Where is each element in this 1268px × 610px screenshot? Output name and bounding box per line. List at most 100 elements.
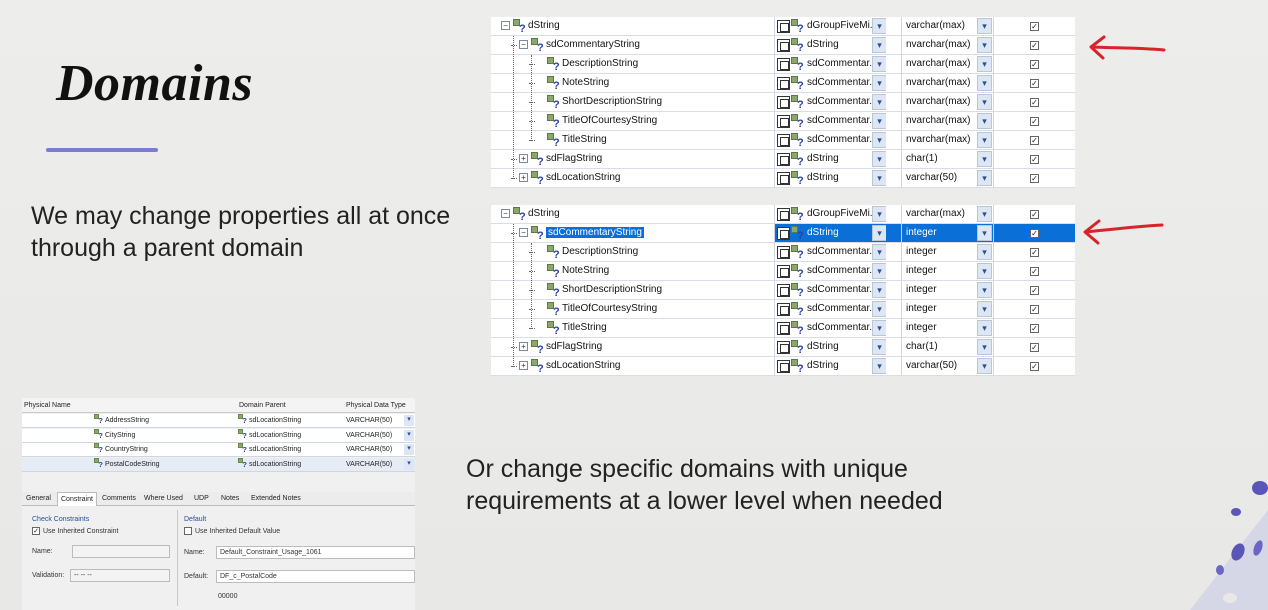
chevron-down-icon[interactable]: ▾	[872, 225, 886, 241]
data-type-cell[interactable]: char(1) ▾	[901, 338, 993, 357]
chevron-down-icon[interactable]: ▾	[872, 113, 886, 129]
chevron-down-icon[interactable]: ▾	[977, 132, 992, 148]
chevron-down-icon[interactable]: ▾	[872, 18, 886, 34]
chevron-down-icon[interactable]: ▾	[872, 94, 886, 110]
edit-box-icon[interactable]	[777, 77, 790, 90]
domain-parent-cell[interactable]: ? sdCommentar... ▾	[774, 131, 886, 150]
domain-name[interactable]: sdFlagString	[546, 153, 602, 164]
row-checkbox[interactable]: ✓	[1030, 286, 1039, 295]
data-type-cell[interactable]: nvarchar(max) ▾	[901, 112, 993, 131]
grid-row[interactable]: ? DescriptionString? sdCommentar... ▾ nvarch…	[491, 55, 1075, 74]
domain-name[interactable]: ShortDescriptionString	[562, 96, 662, 107]
chevron-down-icon[interactable]: ▾	[977, 151, 992, 167]
row-checkbox[interactable]: ✓	[1030, 362, 1039, 371]
props-row[interactable]: ?? CityString sdLocationString VARCHAR(50) ▾	[22, 428, 415, 443]
data-type-cell[interactable]: varchar(50) ▾	[901, 357, 993, 376]
row-checkbox[interactable]: ✓	[1030, 79, 1039, 88]
default-name-field[interactable]: Default_Constraint_Usage_1061	[216, 546, 415, 559]
col-physical-name[interactable]: Physical Name	[24, 402, 71, 409]
chevron-down-icon[interactable]: ▾	[872, 37, 886, 53]
grid-row[interactable]: ? TitleString? sdCommentar... ▾ nvarchar(max…	[491, 131, 1075, 150]
row-checkbox[interactable]: ✓	[1030, 155, 1039, 164]
expand-icon[interactable]: +	[519, 154, 528, 163]
grid-row[interactable]: ? NoteString? sdCommentar... ▾ nvarchar(max)…	[491, 74, 1075, 93]
row-checkbox[interactable]: ✓	[1030, 248, 1039, 257]
chevron-down-icon[interactable]: ▾	[977, 56, 992, 72]
chevron-down-icon[interactable]: ▾	[404, 415, 414, 426]
chevron-down-icon[interactable]: ▾	[977, 339, 992, 355]
chevron-down-icon[interactable]: ▾	[404, 429, 414, 441]
data-type-cell[interactable]: integer ▾	[901, 281, 993, 300]
edit-box-icon[interactable]	[777, 115, 790, 128]
domain-parent-cell[interactable]: ? dString ▾	[774, 357, 886, 376]
domain-parent-cell[interactable]: ? dString ▾	[774, 36, 886, 55]
grid-row[interactable]: −? dString? dGroupFiveMi... ▾ varchar(max) ▾ ✓	[491, 205, 1075, 224]
domain-name[interactable]: sdFlagString	[546, 341, 602, 352]
edit-box-icon[interactable]	[777, 341, 790, 354]
row-checkbox[interactable]: ✓	[1030, 174, 1039, 183]
chevron-down-icon[interactable]: ▾	[872, 358, 886, 374]
edit-box-icon[interactable]	[777, 227, 790, 240]
use-inherited-default-checkbox[interactable]	[184, 527, 192, 535]
col-physical-type[interactable]: Physical Data Type	[346, 402, 406, 409]
tab-comments[interactable]: Comments	[102, 495, 136, 502]
row-checkbox[interactable]: ✓	[1030, 98, 1039, 107]
grid-row[interactable]: ? TitleString? sdCommentar... ▾ integer ▾ ✓	[491, 319, 1075, 338]
domain-name[interactable]: sdCommentaryString	[545, 226, 645, 239]
edit-box-icon[interactable]	[777, 284, 790, 297]
chevron-down-icon[interactable]: ▾	[872, 320, 886, 336]
row-checkbox[interactable]: ✓	[1030, 117, 1039, 126]
chevron-down-icon[interactable]: ▾	[977, 94, 992, 110]
domain-parent-cell[interactable]: ? sdCommentar... ▾	[774, 319, 886, 338]
grid-row[interactable]: +? sdLocationString? dString ▾ varchar(50) ▾ ✓	[491, 357, 1075, 376]
data-type-cell[interactable]: integer ▾	[901, 243, 993, 262]
chevron-down-icon[interactable]: ▾	[404, 444, 414, 455]
edit-box-icon[interactable]	[777, 134, 790, 147]
row-checkbox[interactable]: ✓	[1030, 305, 1039, 314]
domain-parent-cell[interactable]: ? dString ▾	[774, 150, 886, 169]
tab-general[interactable]: General	[26, 495, 51, 502]
validation-select[interactable]: -- -- --	[70, 569, 170, 582]
edit-box-icon[interactable]	[777, 265, 790, 278]
data-type-cell[interactable]: char(1) ▾	[901, 150, 993, 169]
chevron-down-icon[interactable]: ▾	[977, 301, 992, 317]
constraint-name-field[interactable]	[72, 545, 170, 558]
chevron-down-icon[interactable]: ▾	[872, 170, 886, 186]
collapse-icon[interactable]: −	[519, 228, 528, 237]
grid-row[interactable]: ? DescriptionString? sdCommentar... ▾ intege…	[491, 243, 1075, 262]
chevron-down-icon[interactable]: ▾	[404, 458, 414, 470]
chevron-down-icon[interactable]: ▾	[977, 263, 992, 279]
grid-row[interactable]: ? TitleOfCourtesyString? sdCommentar... ▾ in…	[491, 300, 1075, 319]
domain-parent-cell[interactable]: ? sdCommentar... ▾	[774, 93, 886, 112]
edit-box-icon[interactable]	[777, 303, 790, 316]
grid-row[interactable]: +? sdFlagString? dString ▾ char(1) ▾ ✓	[491, 338, 1075, 357]
chevron-down-icon[interactable]: ▾	[977, 18, 992, 34]
grid-row[interactable]: ? ShortDescriptionString? sdCommentar... ▾ n…	[491, 93, 1075, 112]
row-checkbox[interactable]: ✓	[1030, 267, 1039, 276]
data-type-cell[interactable]: integer ▾	[901, 319, 993, 338]
domain-name[interactable]: dString	[528, 20, 560, 31]
edit-box-icon[interactable]	[777, 322, 790, 335]
domain-name[interactable]: DescriptionString	[562, 246, 638, 257]
domain-name[interactable]: TitleString	[562, 134, 607, 145]
row-checkbox[interactable]: ✓	[1030, 60, 1039, 69]
props-row[interactable]: ?? CountryString sdLocationString VARCHAR(5…	[22, 443, 415, 457]
data-type-cell[interactable]: varchar(max) ▾	[901, 17, 993, 36]
domain-name[interactable]: TitleString	[562, 322, 607, 333]
edit-box-icon[interactable]	[777, 39, 790, 52]
data-type-cell[interactable]: integer ▾	[901, 262, 993, 281]
domain-name[interactable]: dString	[528, 208, 560, 219]
row-checkbox[interactable]: ✓	[1030, 41, 1039, 50]
chevron-down-icon[interactable]: ▾	[977, 282, 992, 298]
domain-parent-cell[interactable]: ? dGroupFiveMi... ▾	[774, 17, 886, 36]
collapse-icon[interactable]: −	[519, 40, 528, 49]
domain-parent-cell[interactable]: ? sdCommentar... ▾	[774, 262, 886, 281]
chevron-down-icon[interactable]: ▾	[872, 151, 886, 167]
row-checkbox[interactable]: ✓	[1030, 343, 1039, 352]
domain-parent-cell[interactable]: ? sdCommentar... ▾	[774, 300, 886, 319]
chevron-down-icon[interactable]: ▾	[872, 339, 886, 355]
chevron-down-icon[interactable]: ▾	[977, 75, 992, 91]
tab-constraint[interactable]: Constraint	[57, 492, 97, 506]
chevron-down-icon[interactable]: ▾	[872, 132, 886, 148]
props-row[interactable]: ?? PostalCodeString sdLocationString VARCHA…	[22, 457, 415, 472]
